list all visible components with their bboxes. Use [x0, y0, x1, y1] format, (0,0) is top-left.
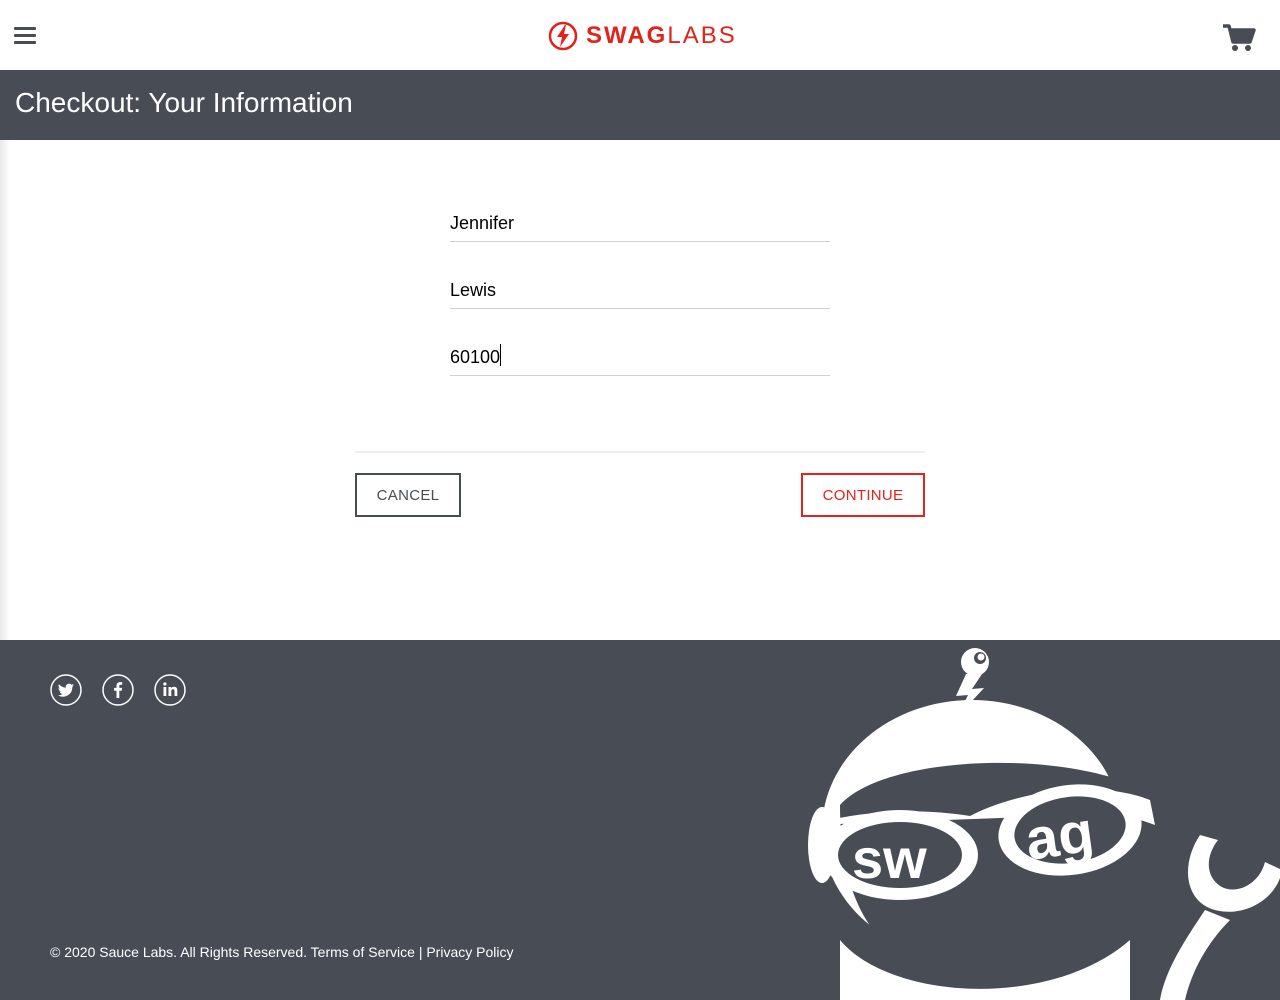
linkedin-icon[interactable] [154, 674, 186, 706]
postal-code-field[interactable] [450, 341, 830, 376]
robot-glasses-text-right: ag [1022, 799, 1098, 873]
facebook-icon[interactable] [102, 674, 134, 706]
last-name-input[interactable] [450, 274, 830, 306]
logo-text-swag: SWAG [586, 22, 668, 49]
page-footer: sw ag © 2020 Sauce Labs. All Rights Rese… [0, 640, 1280, 1000]
first-name-field[interactable] [450, 207, 830, 242]
left-edge-shadow [0, 140, 10, 640]
page-subheader: Checkout: Your Information [0, 70, 1280, 140]
menu-icon[interactable] [14, 27, 36, 47]
copyright-text: © 2020 Sauce Labs. All Rights Reserved. [50, 944, 308, 960]
page-title: Checkout: Your Information [15, 87, 353, 118]
continue-button[interactable]: CONTINUE [801, 473, 925, 517]
robot-glasses-text-left: sw [852, 827, 927, 890]
form-divider [355, 451, 925, 453]
terms-of-service-link[interactable]: Terms of Service [311, 944, 415, 960]
footer-copyright: © 2020 Sauce Labs. All Rights Reserved. … [50, 944, 513, 960]
postal-code-input[interactable] [450, 341, 830, 373]
privacy-policy-link[interactable]: Privacy Policy [426, 944, 513, 960]
last-name-field[interactable] [450, 274, 830, 309]
text-caret [500, 344, 501, 366]
twitter-icon[interactable] [50, 674, 82, 706]
swag-bot-mascot-image: sw ag [808, 648, 1280, 1000]
logo-text-labs: LABS [667, 22, 737, 49]
first-name-input[interactable] [450, 207, 830, 239]
cancel-button[interactable]: CANCEL [355, 473, 461, 517]
bolt-logo-icon [548, 21, 578, 51]
shopping-cart-icon[interactable] [1222, 23, 1256, 53]
app-header: SWAGLABS [0, 0, 1280, 70]
swag-labs-logo: SWAGLABS [548, 20, 737, 52]
footer-separator: | [418, 944, 423, 960]
